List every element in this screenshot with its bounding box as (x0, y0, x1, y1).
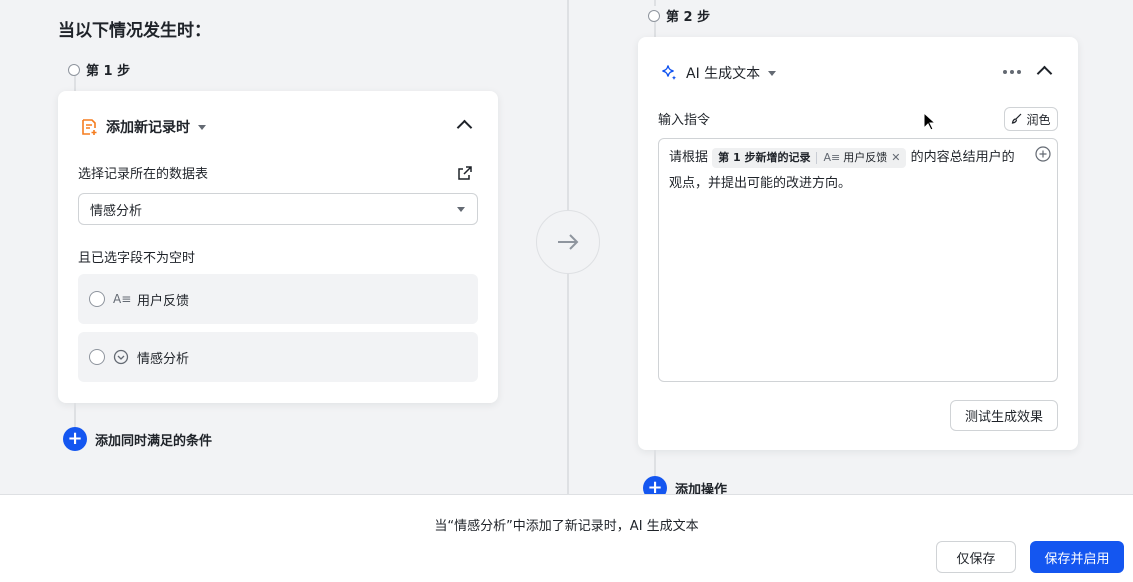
trigger-heading: 当以下情况发生时： (58, 21, 211, 41)
insert-variable-plus-icon[interactable] (1035, 146, 1051, 162)
footer-bar: 当“情感分析”中添加了新记录时，AI 生成文本 仅保存 保存并启用 (0, 494, 1133, 582)
prompt-line-2: 观点，并提出可能的改进方向。 (669, 176, 852, 191)
table-select[interactable]: 情感分析 (78, 193, 478, 225)
step-1-label: 第 1 步 (68, 60, 130, 79)
radio-button[interactable] (89, 349, 105, 365)
mouse-cursor-icon (923, 112, 937, 131)
brush-icon (1012, 113, 1022, 124)
action-card: AI 生成文本 输入指令 润色 请根据 第 1 步新增的记录 A≡ 用户反馈 ✕ (638, 37, 1078, 450)
chevron-down-icon (768, 70, 777, 76)
field-row-sentiment[interactable]: 情感分析 (78, 332, 478, 382)
field-row-user-feedback[interactable]: A≡ 用户反馈 (78, 274, 478, 324)
step-connector (654, 450, 656, 476)
step-connector (654, 22, 656, 37)
arrow-right-icon (558, 234, 579, 250)
workflow-summary: 当“情感分析”中添加了新记录时，AI 生成文本 (434, 519, 699, 534)
variable-chip[interactable]: 第 1 步新增的记录 A≡ 用户反馈 ✕ (712, 147, 907, 168)
ai-sparkle-icon (662, 65, 677, 81)
prompt-input[interactable]: 请根据 第 1 步新增的记录 A≡ 用户反馈 ✕ 的内容总结用户的 观点，并提出… (658, 138, 1058, 382)
action-title-dropdown[interactable]: AI 生成文本 (660, 63, 777, 83)
text-field-icon: A≡ (113, 292, 132, 306)
collapse-chevron-up-icon[interactable] (456, 119, 473, 136)
save-only-button[interactable]: 仅保存 (936, 541, 1016, 573)
step-dot-icon (68, 63, 80, 76)
polish-button[interactable]: 润色 (1004, 107, 1058, 131)
more-options-icon[interactable] (1003, 70, 1021, 74)
add-condition-button[interactable]: + 添加同时满足的条件 (63, 427, 212, 451)
prompt-label: 输入指令 (658, 113, 711, 128)
record-add-icon (82, 119, 97, 135)
step-2-label: 第 2 步 (648, 6, 710, 25)
test-generation-button[interactable]: 测试生成效果 (950, 400, 1058, 431)
save-and-enable-button[interactable]: 保存并启用 (1030, 541, 1124, 573)
table-label: 选择记录所在的数据表 (78, 167, 209, 182)
add-action-button[interactable]: + 添加操作 (643, 476, 727, 494)
text-field-icon: A≡ (823, 150, 841, 164)
trigger-title-dropdown[interactable]: 添加新记录时 (80, 117, 206, 137)
step-dot-icon (648, 9, 660, 22)
trigger-card: 添加新记录时 选择记录所在的数据表 情感分析 且已选字段不为空时 A≡ 用户反馈… (58, 91, 498, 403)
workflow-canvas: 当以下情况发生时： 第 1 步 添加新记录时 选择记录所在的数据表 情感分析 且… (0, 0, 1133, 494)
step-connector (74, 403, 76, 427)
plus-icon: + (643, 476, 667, 494)
open-external-icon[interactable] (457, 165, 473, 181)
chevron-down-icon (198, 124, 206, 130)
single-select-field-icon (113, 349, 129, 365)
plus-icon: + (63, 427, 87, 451)
close-icon[interactable]: ✕ (891, 148, 900, 168)
collapse-chevron-up-icon[interactable] (1036, 65, 1053, 82)
prompt-line-1: 请根据 第 1 步新增的记录 A≡ 用户反馈 ✕ 的内容总结用户的 (669, 145, 1047, 171)
flow-arrow (536, 210, 600, 274)
chevron-down-icon (457, 207, 465, 212)
radio-button[interactable] (89, 291, 105, 307)
fields-label: 且已选字段不为空时 (78, 251, 196, 266)
